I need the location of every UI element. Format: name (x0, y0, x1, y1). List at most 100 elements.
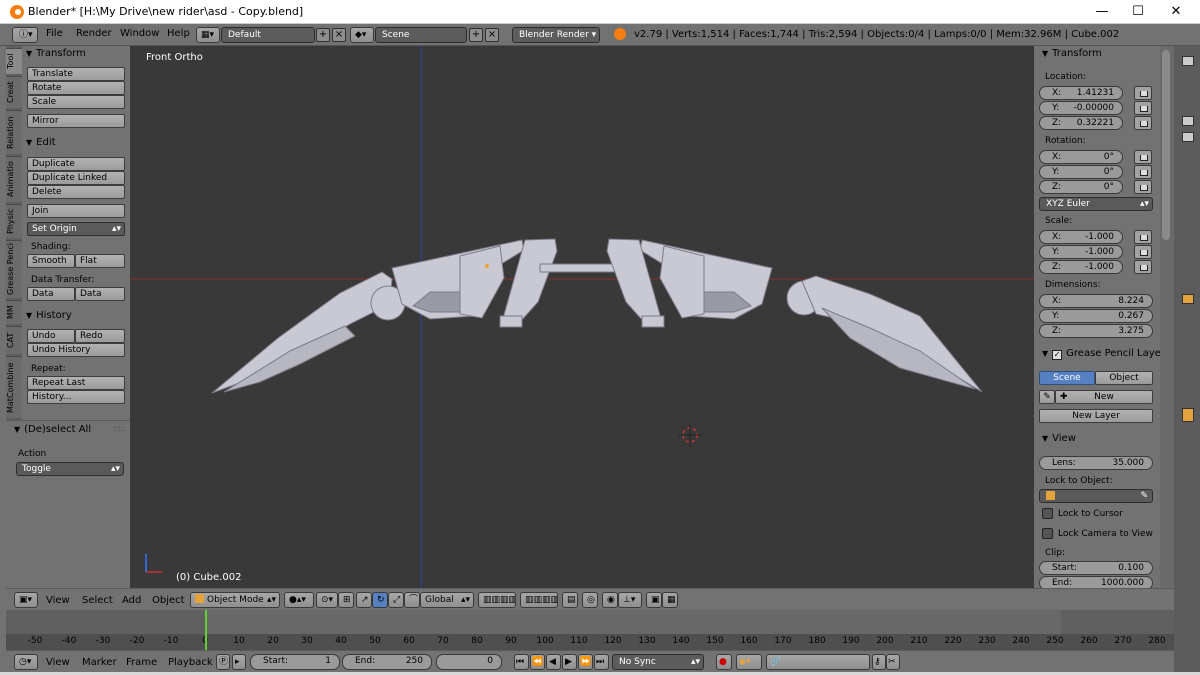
tab-animation[interactable]: Animatio (6, 156, 22, 202)
lock-to-cursor-checkbox[interactable] (1042, 508, 1053, 519)
scale-x-field[interactable]: X: -1.000 (1039, 230, 1123, 244)
location-z-field[interactable]: Z: 0.32221 (1039, 116, 1123, 130)
history-button[interactable]: History... (27, 390, 125, 404)
manipulator-extra-icon[interactable]: ⌒ (404, 592, 420, 608)
play-icon[interactable]: ▶ (562, 654, 577, 670)
snap-element-dropdown[interactable]: ⊥▾ (618, 592, 642, 608)
layout-add-icon[interactable]: + (316, 28, 330, 42)
grease-pencil-layer-header[interactable]: ▼ ✓ Grease Pencil Layer (1042, 348, 1160, 360)
tab-grease-pencil[interactable]: Grease Penci (6, 240, 22, 298)
start-frame-field[interactable]: Start: 1 (250, 654, 340, 670)
menu-add[interactable]: Add (122, 595, 141, 606)
tab-cat[interactable]: CAT (6, 326, 22, 354)
delete-keyframe-icon[interactable]: ✂ (886, 654, 900, 670)
edit-panel-header[interactable]: ▼ Edit (26, 137, 56, 148)
gp-pencil-icon[interactable]: ✎ (1039, 390, 1055, 404)
translate-button[interactable]: Translate (27, 67, 125, 81)
render-engine-dropdown[interactable]: Blender Render ▾ (512, 27, 600, 43)
close-button[interactable]: ✕ (1158, 0, 1194, 24)
menu-help[interactable]: Help (167, 28, 190, 39)
menu-window[interactable]: Window (120, 28, 159, 39)
layer-buttons-1[interactable]: ▥▥▥▥ (478, 592, 516, 608)
lock-rotation-x-icon[interactable] (1134, 150, 1152, 164)
scale-z-field[interactable]: Z: -1.000 (1039, 260, 1123, 274)
dimensions-y-field[interactable]: Y: 0.267 (1039, 309, 1153, 323)
object-icon[interactable] (1182, 132, 1194, 142)
smooth-button[interactable]: Smooth (27, 254, 75, 268)
properties-scrollbar[interactable] (1160, 46, 1174, 588)
scale-y-field[interactable]: Y: -1.000 (1039, 245, 1123, 259)
gp-new-button[interactable]: ✚ New (1055, 390, 1153, 404)
mode-dropdown[interactable]: Object Mode ▴▾ (190, 592, 280, 608)
tab-mm[interactable]: MM (6, 300, 22, 324)
timeline[interactable]: -50-40-30-20-100102030405060708090100110… (6, 610, 1174, 650)
scale-manipulator-icon[interactable]: ⤢ (388, 592, 404, 608)
lock-to-object-field[interactable]: ✎ (1039, 489, 1153, 503)
mirror-button[interactable]: Mirror (27, 114, 125, 128)
current-frame-marker[interactable] (205, 610, 207, 650)
clip-end-field[interactable]: End: 1000.000 (1039, 576, 1153, 588)
menu-file[interactable]: File (46, 28, 63, 39)
snap-toggle-icon[interactable]: ◉ (602, 592, 618, 608)
tab-tool[interactable]: Tool (6, 48, 22, 74)
layout-remove-icon[interactable]: × (332, 28, 346, 42)
tab-physics[interactable]: Physic (6, 204, 22, 238)
menu-object[interactable]: Object (152, 595, 185, 606)
scene-add-icon[interactable]: + (469, 28, 483, 42)
layout-field[interactable]: Default (221, 27, 315, 43)
jump-end-icon[interactable]: ⏭ (594, 654, 609, 670)
translate-manipulator-icon[interactable]: ↗ (356, 592, 372, 608)
transform-properties-header[interactable]: ▼ Transform (1042, 48, 1102, 59)
rotation-x-field[interactable]: X: 0° (1039, 150, 1123, 164)
grease-pencil-toggle-icon[interactable]: ✓ (1052, 350, 1063, 360)
insert-keyframe-icon[interactable]: ⚷ (872, 654, 886, 670)
viewport-shading-dropdown[interactable]: ●▴▾ (284, 592, 314, 608)
timeline-menu-view[interactable]: View (46, 657, 70, 668)
duplicate-button[interactable]: Duplicate (27, 157, 125, 171)
pivot-point-dropdown[interactable]: ⊙▾ (316, 592, 338, 608)
scene-remove-icon[interactable]: × (485, 28, 499, 42)
scrollbar-thumb[interactable] (1162, 50, 1170, 240)
rotate-manipulator-icon[interactable]: ↻ (372, 592, 388, 608)
lock-scale-z-icon[interactable] (1134, 260, 1152, 274)
scene-field[interactable]: Scene (375, 27, 467, 43)
lock-location-z-icon[interactable] (1134, 116, 1152, 130)
keying-set-dropdown[interactable]: ◆▾ (736, 654, 762, 670)
auto-keying-icon[interactable]: ● (716, 654, 732, 670)
render-icon[interactable] (1182, 116, 1194, 126)
menu-render[interactable]: Render (76, 28, 112, 39)
action-dropdown[interactable]: Toggle ▴▾ (16, 462, 124, 476)
drag-handle-icon[interactable]: ∷∷ (114, 425, 124, 434)
transform-orientation-dropdown[interactable]: Global ▴▾ (420, 592, 474, 608)
preview-range-icon[interactable]: Ⓟ (216, 654, 230, 670)
lock-rotation-z-icon[interactable] (1134, 180, 1152, 194)
duplicate-linked-button[interactable]: Duplicate Linked (27, 171, 125, 185)
redo-button[interactable]: Redo (75, 329, 125, 343)
data-button[interactable]: Data (27, 287, 75, 301)
scale-button[interactable]: Scale (27, 95, 125, 109)
tab-relations[interactable]: Relation (6, 110, 22, 154)
layout-icon[interactable]: ▦▾ (196, 27, 220, 43)
tab-matcombine[interactable]: MatCombine (6, 356, 22, 418)
layer-buttons-2[interactable]: ▥▥▥▥ (520, 592, 558, 608)
rotation-y-field[interactable]: Y: 0° (1039, 165, 1123, 179)
flat-button[interactable]: Flat (75, 254, 125, 268)
data-layout-button[interactable]: Data Layo (75, 287, 125, 301)
menu-view[interactable]: View (46, 595, 70, 606)
timeline-menu-marker[interactable]: Marker (82, 657, 117, 668)
camera-icon[interactable] (1182, 56, 1194, 66)
lock-layers-icon[interactable]: ▤ (562, 592, 578, 608)
repeat-last-button[interactable]: Repeat Last (27, 376, 125, 390)
proportional-edit-icon[interactable]: ◎ (582, 592, 598, 608)
maximize-button[interactable]: ☐ (1120, 0, 1156, 24)
3d-viewport[interactable]: Front Ortho (0) Cube.002 (130, 46, 1034, 588)
menu-select[interactable]: Select (82, 595, 113, 606)
eyedropper-icon[interactable]: ✎ (1140, 490, 1148, 502)
lock-scale-x-icon[interactable] (1134, 230, 1152, 244)
lock-rotation-y-icon[interactable] (1134, 165, 1152, 179)
gp-scene-button[interactable]: Scene (1039, 371, 1095, 385)
opengl-render-icon[interactable]: ▣ (646, 592, 662, 608)
deselect-all-header[interactable]: ▼ (De)select All (14, 424, 91, 435)
opengl-anim-icon[interactable]: ▦ (662, 592, 678, 608)
set-origin-dropdown[interactable]: Set Origin ▴▾ (27, 222, 125, 236)
